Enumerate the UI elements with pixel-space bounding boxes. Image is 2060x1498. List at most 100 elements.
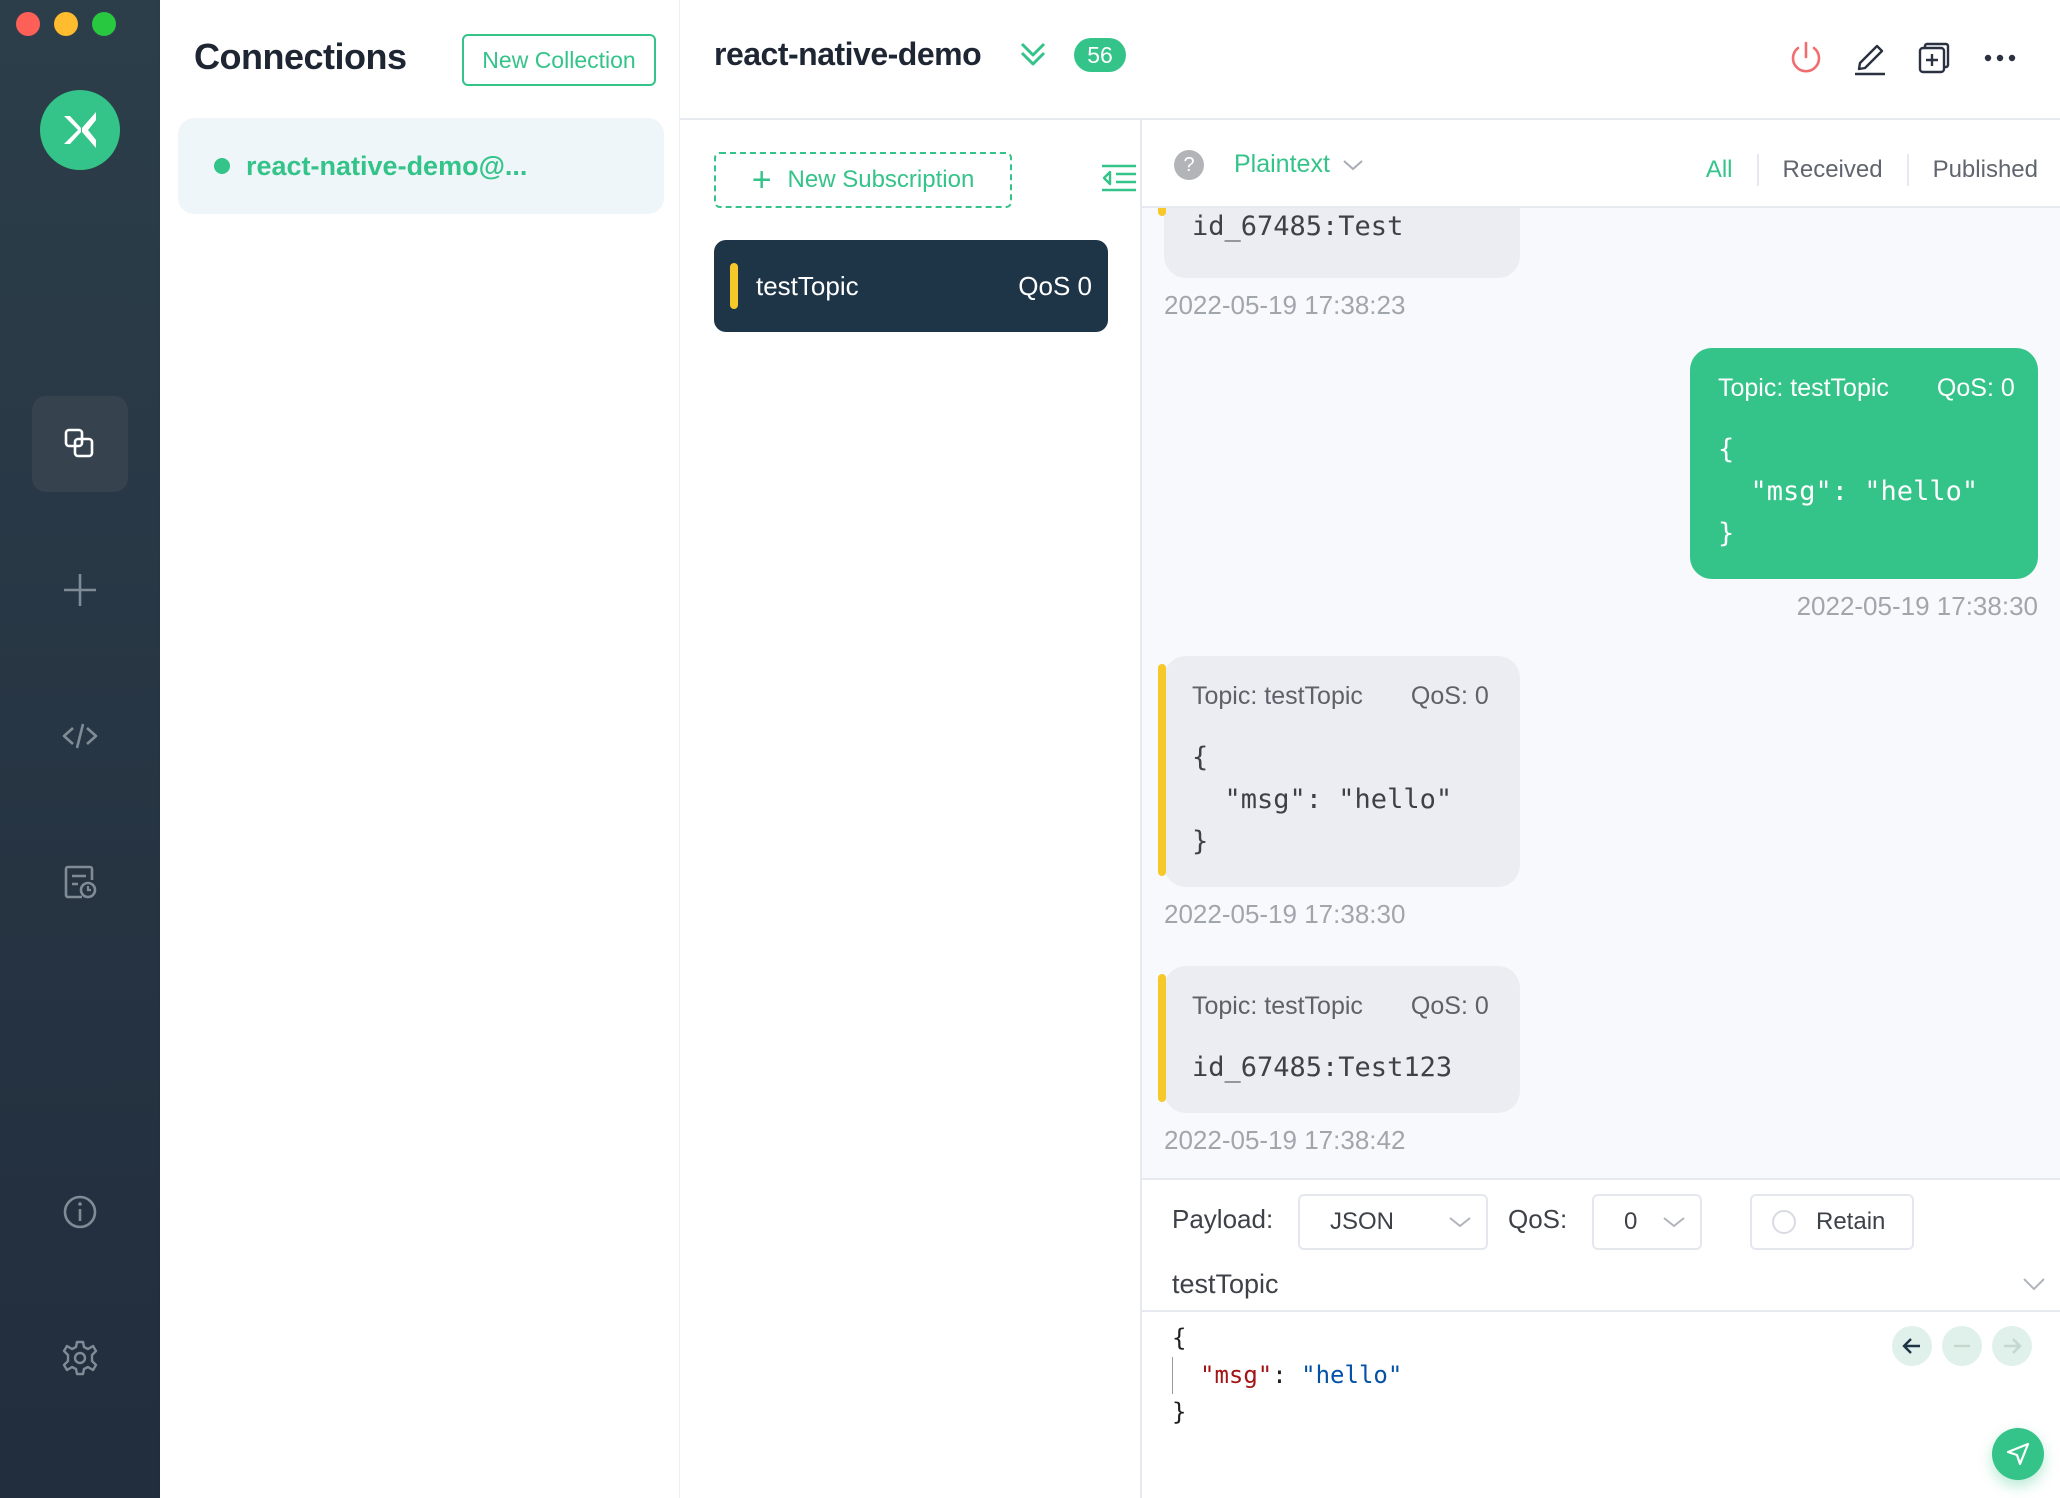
message-meta: Topic: testTopic QoS: 0 (1192, 682, 1500, 711)
more-options-button[interactable] (1980, 38, 2020, 78)
edit-icon (1855, 44, 1885, 76)
message-item: Topic: testTopic QoS: 0 { "msg": "hello"… (1158, 656, 1520, 930)
chevron-down-icon[interactable] (2020, 1270, 2048, 1298)
plus-icon (64, 574, 96, 606)
nav-script[interactable] (32, 688, 128, 784)
connection-status-dot (214, 158, 230, 174)
nav-about[interactable] (32, 1164, 128, 1260)
filter-divider (1756, 154, 1759, 186)
power-icon (1791, 41, 1821, 73)
code-icon (62, 723, 98, 749)
message-qos: QoS: 0 (1410, 992, 1489, 1020)
nav-new-connection[interactable] (32, 542, 128, 638)
collapse-sidebar-icon[interactable] (1098, 158, 1138, 198)
payload-format-label: Payload: (1172, 1204, 1274, 1234)
connection-title: react-native-demo (714, 36, 982, 72)
message-topic: Topic: testTopic (1192, 992, 1363, 1020)
retain-checkbox[interactable]: Retain (1750, 1194, 1914, 1250)
history-clear-button[interactable] (1942, 1326, 1982, 1366)
subscriptions-panel: + New Subscription testTopic QoS 0 (680, 120, 1142, 1498)
message-payload: id_67485:Test123 (1192, 1052, 1453, 1083)
message-qos: QoS: 0 (1410, 682, 1489, 710)
json-key: "msg" (1200, 1361, 1273, 1389)
publish-panel: Payload: JSON QoS: 0 Retain { "msg": "he… (1142, 1178, 2060, 1498)
close-window-button[interactable] (16, 12, 40, 36)
indent-guide (1172, 1357, 1200, 1394)
new-window-icon (1918, 42, 1950, 74)
app-logo (40, 90, 120, 170)
connections-title: Connections (194, 36, 407, 77)
message-timestamp: 2022-05-19 17:38:23 (1164, 290, 1406, 320)
message-topic: Topic: testTopic (1192, 682, 1363, 710)
maximize-window-button[interactable] (92, 12, 116, 36)
topic-color-marker (730, 263, 738, 309)
info-icon (63, 1195, 97, 1229)
chevron-down-icon (1343, 159, 1363, 170)
subscription-topic: testTopic (756, 270, 859, 301)
minimize-window-button[interactable] (54, 12, 78, 36)
nav-connections[interactable] (32, 396, 128, 492)
message-timestamp: 2022-05-19 17:38:30 (1796, 591, 2038, 621)
message-qos: QoS: 0 (1936, 374, 2015, 402)
filter-published[interactable]: Published (1933, 156, 2038, 184)
retain-label: Retain (1816, 1208, 1886, 1235)
subscription-item[interactable]: testTopic QoS 0 (714, 240, 1108, 332)
message-meta: Topic: testTopic QoS: 0 (1192, 992, 1500, 1021)
filter-received[interactable]: Received (1783, 156, 1883, 184)
arrow-right-icon (2004, 1338, 2022, 1354)
json-value: "hello" (1301, 1361, 1403, 1389)
chevron-down-icon (1663, 1217, 1685, 1228)
left-navigation (0, 0, 160, 1498)
payload-editor[interactable]: { "msg": "hello" } (1172, 1320, 1402, 1431)
new-subscription-button[interactable]: + New Subscription (714, 152, 1012, 208)
topic-color-marker (1158, 664, 1166, 876)
message-filters: All Received Published (1706, 154, 2038, 186)
new-collection-button[interactable]: New Collection (462, 34, 656, 86)
new-window-button[interactable] (1914, 38, 1954, 78)
message-timestamp: 2022-05-19 17:38:30 (1164, 899, 1406, 929)
payload-type-select[interactable]: Plaintext (1234, 150, 1364, 179)
disconnect-button[interactable] (1786, 38, 1826, 78)
publish-topic-field (1142, 1262, 2060, 1312)
editor-line: { (1172, 1324, 1187, 1352)
message-count-badge: 56 (1074, 38, 1126, 72)
qos-label: QoS: (1508, 1204, 1568, 1234)
payload-format-select[interactable]: JSON (1298, 1194, 1488, 1250)
message-bubble: Topic: testTopic QoS: 0 id_67485:Test123 (1158, 966, 1520, 1113)
log-icon (64, 865, 97, 899)
connection-item[interactable]: react-native-demo@... (178, 118, 664, 214)
edit-connection-button[interactable] (1850, 38, 1890, 78)
nav-settings[interactable] (32, 1310, 128, 1406)
connections-panel: Connections New Collection react-native-… (160, 0, 680, 1498)
message-bubble: Topic: testTopic QoS: 0 { "msg": "hello"… (1690, 348, 2038, 579)
retain-radio-icon (1772, 1210, 1796, 1234)
send-message-button[interactable] (1992, 1428, 2044, 1480)
more-icon (1984, 54, 2016, 62)
chevron-down-icon (1449, 1217, 1471, 1228)
mqttx-app: Connections New Collection react-native-… (0, 0, 2060, 1498)
publish-topic-input[interactable] (1172, 1262, 1952, 1306)
history-next-button[interactable] (1992, 1326, 2032, 1366)
nav-log[interactable] (32, 834, 128, 930)
messages-toolbar: ? Plaintext All Received Published (1142, 120, 2060, 208)
messages-panel: ? Plaintext All Received Published id_67… (1142, 120, 2060, 1178)
message-payload: { "msg": "hello" } (1192, 742, 1453, 857)
double-chevron-down-icon[interactable] (1016, 38, 1050, 72)
plus-icon: + (751, 161, 772, 199)
history-previous-button[interactable] (1892, 1326, 1932, 1366)
connection-header: react-native-demo 56 (680, 0, 2060, 120)
send-icon (2006, 1442, 2030, 1466)
json-colon: : (1272, 1361, 1302, 1389)
filter-all[interactable]: All (1706, 156, 1733, 184)
message-payload: { "msg": "hello" } (1718, 434, 1979, 549)
qos-select[interactable]: 0 (1592, 1194, 1702, 1250)
payload-format-value: JSON (1330, 1208, 1395, 1235)
message-item: Topic: testTopic QoS: 0 id_67485:Test123… (1158, 966, 1520, 1156)
connection-name: react-native-demo@... (246, 150, 528, 181)
help-icon[interactable]: ? (1174, 150, 1204, 180)
filter-divider (1906, 154, 1909, 186)
mqttx-logo-icon (64, 112, 96, 148)
message-item: Topic: testTopic QoS: 0 { "msg": "hello"… (1690, 348, 2038, 622)
message-timestamp: 2022-05-19 17:38:42 (1164, 1125, 1406, 1155)
subscription-qos: QoS 0 (1018, 270, 1092, 301)
